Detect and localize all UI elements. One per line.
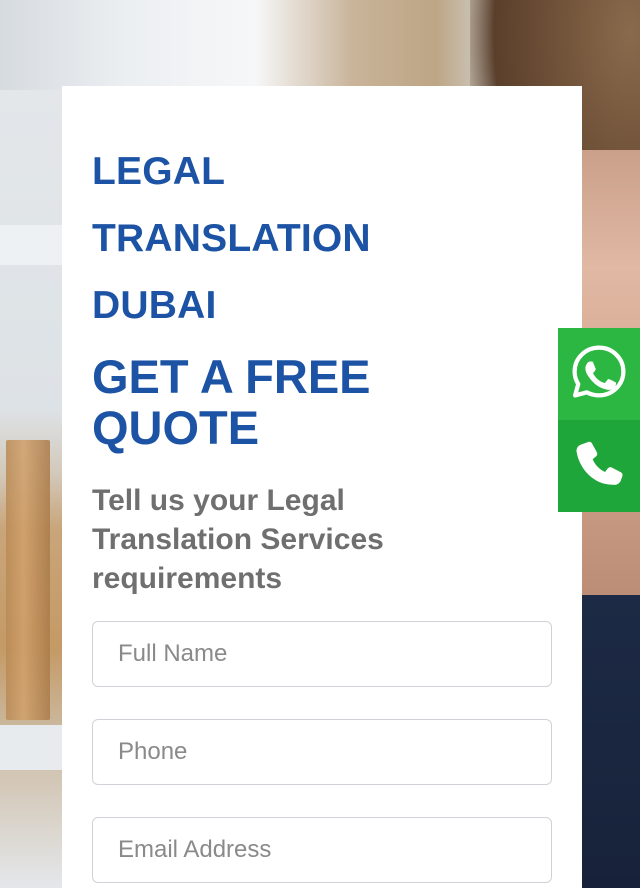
full-name-input[interactable] <box>92 621 552 687</box>
form-subheading: Tell us your Legal Translation Services … <box>92 484 384 595</box>
phone-icon <box>569 434 629 499</box>
quote-form <box>92 621 552 883</box>
whatsapp-button[interactable] <box>558 328 640 420</box>
page-title-line: LEGAL <box>92 150 226 193</box>
page-title-line: TRANSLATION <box>92 217 371 260</box>
form-heading: GET A FREE QUOTE <box>92 350 371 454</box>
page-title: LEGAL TRANSLATION DUBAI <box>92 138 472 339</box>
whatsapp-icon <box>569 342 629 407</box>
page-title-line: DUBAI <box>92 284 217 327</box>
quote-form-card: LEGAL TRANSLATION DUBAI GET A FREE QUOTE… <box>62 86 582 888</box>
call-button[interactable] <box>558 420 640 512</box>
email-input[interactable] <box>92 817 552 883</box>
phone-input[interactable] <box>92 719 552 785</box>
